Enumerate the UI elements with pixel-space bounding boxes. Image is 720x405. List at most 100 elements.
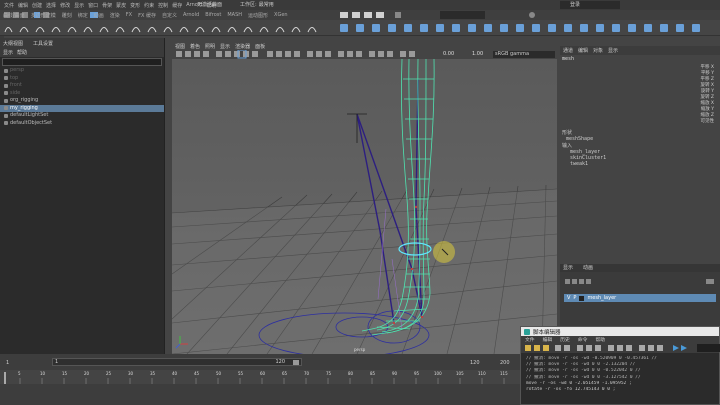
script-editor-window: 脚本编辑器 文件 编辑 历史 命令 帮助 // 撤消: move -r -os … xyxy=(520,326,720,405)
layer-visibility-toggle[interactable]: V xyxy=(567,295,570,301)
layer-toolbar xyxy=(560,278,720,286)
input-node[interactable]: tweak1 xyxy=(560,161,720,167)
shelf-tab[interactable]: FX xyxy=(126,12,132,20)
shelf-tab[interactable]: Arnold xyxy=(183,12,199,20)
no-live-surface-label: 无激活曲面 xyxy=(197,2,223,8)
menu-edit[interactable]: 编辑 xyxy=(18,2,28,9)
outliner-item-default-light-set[interactable]: defaultLightSet xyxy=(0,112,164,120)
menu-create[interactable]: 创建 xyxy=(32,2,42,9)
menu-windows[interactable]: 窗口 xyxy=(88,2,98,9)
layer-name: mesh_layer xyxy=(587,295,617,301)
shelf-tab[interactable]: 运动图形 xyxy=(248,12,268,20)
log-line: rotate -r -os -fo 12.745143 0 0 ; xyxy=(526,387,616,393)
outliner-menu-display[interactable]: 显示 xyxy=(3,49,13,56)
shelf-tool-icons xyxy=(4,24,700,33)
shelf-tab[interactable]: XGen xyxy=(274,12,288,20)
camera-label: persp xyxy=(354,347,366,352)
vp-menu-show[interactable]: 显示 xyxy=(220,43,230,50)
outliner-item-default-object-set[interactable]: defaultObjectSet xyxy=(0,120,164,128)
layer-row-mesh-layer[interactable]: V P mesh_layer xyxy=(564,294,716,302)
scene-render xyxy=(172,59,557,354)
vp-menu-renderer[interactable]: 渲染器 xyxy=(235,43,250,50)
script-menu-history[interactable]: 历史 xyxy=(560,336,570,343)
script-menu-command[interactable]: 命令 xyxy=(578,336,588,343)
shelf-tab[interactable]: FX 缓存 xyxy=(138,12,156,20)
outliner-item-side[interactable]: side xyxy=(0,90,164,98)
menu-skin[interactable]: 蒙皮 xyxy=(116,2,126,9)
script-menu-help[interactable]: 帮助 xyxy=(595,336,605,343)
menu-control[interactable]: 控制 xyxy=(158,2,168,9)
workspace-selector[interactable]: 工作区: 最常用 xyxy=(240,1,274,8)
tab-display-layers[interactable]: 显示 xyxy=(563,264,573,272)
layer-color-swatch[interactable] xyxy=(579,295,585,301)
tab-anim-layers[interactable]: 动画 xyxy=(583,264,593,272)
shelf-tab[interactable]: 绑定 xyxy=(78,12,88,20)
shelf-tab[interactable]: 自定义 xyxy=(162,12,177,20)
tab-outliner[interactable]: 大纲视图 xyxy=(3,40,23,47)
shelf-tab[interactable]: 多边形建模 xyxy=(31,12,56,20)
menu-file[interactable]: 文件 xyxy=(4,2,14,9)
script-editor-titlebar[interactable]: 脚本编辑器 xyxy=(521,327,719,336)
set-icon xyxy=(4,121,8,126)
menu-deform[interactable]: 变形 xyxy=(130,2,140,9)
colorspace-selector[interactable]: sRGB gamma xyxy=(493,51,555,58)
outliner-menu-help[interactable]: 帮助 xyxy=(17,49,27,56)
viewport-3d[interactable]: persp xyxy=(172,59,557,354)
menu-modify[interactable]: 修改 xyxy=(60,2,70,9)
outliner-item-org-rigging[interactable]: org_rigging xyxy=(0,97,164,105)
script-editor-toolbar xyxy=(521,343,720,353)
script-menu-file[interactable]: 文件 xyxy=(525,336,535,343)
channel-menu-channels[interactable]: 通道 xyxy=(563,47,573,54)
timeline-ticks: 5 10 15 20 25 30 35 40 45 50 55 60 65 70… xyxy=(18,371,508,376)
shelf-tab[interactable]: 曲线/曲面 xyxy=(3,12,25,20)
channel-menu-edit[interactable]: 编辑 xyxy=(578,47,588,54)
camera-icon xyxy=(4,83,8,88)
layer-tabs: 显示 动画 xyxy=(560,264,720,272)
shelf-tab[interactable]: 渲染 xyxy=(110,12,120,20)
range-end-field[interactable]: 120 xyxy=(470,360,480,366)
inputs-label: 输入 xyxy=(562,143,573,149)
outliner-item-top[interactable]: top xyxy=(0,75,164,83)
channel-box: 通道 编辑 对象 显示 mesh 平移 X 平移 Y 平移 Z 旋转 X 旋转 … xyxy=(560,46,720,264)
channel-menu-object[interactable]: 对象 xyxy=(593,47,603,54)
camera-icon xyxy=(4,76,8,81)
vp-menu-panels[interactable]: 面板 xyxy=(255,43,265,50)
group-icon xyxy=(4,106,8,111)
script-menu-edit[interactable]: 编辑 xyxy=(543,336,553,343)
vp-menu-shading[interactable]: 着色 xyxy=(190,43,200,50)
vp-menu-lighting[interactable]: 照明 xyxy=(205,43,215,50)
camera-icon xyxy=(4,68,8,73)
shelf-tabs: 曲线/曲面 多边形建模 雕刻 绑定 动画 渲染 FX FX 缓存 自定义 Arn… xyxy=(0,12,330,20)
menu-display[interactable]: 显示 xyxy=(74,2,84,9)
menu-cache[interactable]: 缓存 xyxy=(172,2,182,9)
outliner-item-front[interactable]: front xyxy=(0,82,164,90)
layer-playback-toggle[interactable]: P xyxy=(573,295,576,301)
outliner-item-my-rigging[interactable]: my_rigging xyxy=(0,104,164,112)
shelf xyxy=(0,20,720,36)
gamma-field[interactable]: 1.00 xyxy=(472,51,483,57)
maya-app-icon xyxy=(524,328,530,335)
exposure-field[interactable]: 0.00 xyxy=(443,51,454,57)
range-slider[interactable]: 1 120 xyxy=(52,358,302,366)
range-slider-handle[interactable] xyxy=(293,360,299,365)
login-button[interactable]: 登录 xyxy=(560,1,620,9)
outliner-search-input[interactable] xyxy=(2,58,162,66)
tab-tool-settings[interactable]: 工具设置 xyxy=(33,40,53,47)
shelf-tab[interactable]: Bifrost xyxy=(205,12,221,20)
menu-select[interactable]: 选择 xyxy=(46,2,56,9)
shelf-tab[interactable]: MASH xyxy=(227,12,242,20)
outliner-item-persp[interactable]: persp xyxy=(0,67,164,75)
end-frame-field[interactable]: 200 xyxy=(500,360,510,366)
script-editor-menu: 文件 编辑 历史 命令 帮助 xyxy=(521,336,719,343)
shelf-tab[interactable]: 动画 xyxy=(94,12,104,20)
shapes-label: 形状 xyxy=(562,130,573,136)
vp-menu-view[interactable]: 视图 xyxy=(175,43,185,50)
menu-skeleton[interactable]: 骨架 xyxy=(102,2,112,9)
set-icon xyxy=(4,113,8,118)
shelf-tab[interactable]: 雕刻 xyxy=(62,12,72,20)
maya-window: 文件 编辑 创建 选择 修改 显示 窗口 骨架 蒙皮 变形 约束 控制 缓存 A… xyxy=(0,0,720,405)
start-frame-field[interactable]: 1 xyxy=(6,360,9,366)
channel-menu-show[interactable]: 显示 xyxy=(608,47,618,54)
menu-constrain[interactable]: 约束 xyxy=(144,2,154,9)
group-icon xyxy=(4,98,8,103)
